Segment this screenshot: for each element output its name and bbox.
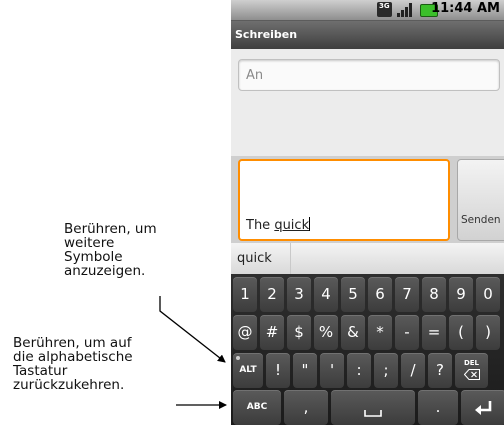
delete-key[interactable]: DEL	[455, 353, 488, 388]
key-period[interactable]: .	[418, 390, 458, 425]
key-paren-open[interactable]: (	[449, 315, 473, 350]
key-percent[interactable]: %	[314, 315, 338, 350]
key-double-quote[interactable]: "	[293, 353, 317, 388]
key-colon[interactable]: :	[347, 353, 371, 388]
message-composer: The quick Senden	[231, 156, 504, 243]
text-caret	[309, 217, 311, 231]
compose-header: An	[231, 49, 504, 156]
key-3[interactable]: 3	[287, 277, 311, 312]
abc-key[interactable]: ABC	[233, 390, 281, 425]
key-6[interactable]: 6	[368, 277, 392, 312]
key-semicolon[interactable]: ;	[374, 353, 398, 388]
message-input[interactable]: The quick	[238, 159, 450, 241]
key-8[interactable]: 8	[422, 277, 446, 312]
key-question[interactable]: ?	[428, 353, 452, 388]
status-time: 11:44 AM	[431, 1, 500, 16]
key-minus[interactable]: -	[395, 315, 419, 350]
key-1[interactable]: 1	[233, 277, 257, 312]
key-asterisk[interactable]: *	[368, 315, 392, 350]
key-4[interactable]: 4	[314, 277, 338, 312]
key-9[interactable]: 9	[449, 277, 473, 312]
message-composing-word: quick	[274, 218, 310, 233]
signal-icon	[397, 3, 412, 17]
key-dollar[interactable]: $	[287, 315, 311, 350]
key-paren-close[interactable]: )	[476, 315, 500, 350]
suggestion-item[interactable]: quick	[231, 243, 291, 274]
annotation-more-symbols: Berühren, um weitere Symbole anzuzeigen.	[64, 221, 157, 279]
suggestion-bar: quick	[231, 243, 504, 275]
key-equals[interactable]: =	[422, 315, 446, 350]
key-apostrophe[interactable]: '	[320, 353, 344, 388]
3g-icon: 3G	[377, 2, 392, 17]
key-at[interactable]: @	[233, 315, 257, 350]
send-button[interactable]: Senden	[457, 159, 504, 241]
backspace-icon	[463, 369, 480, 380]
recipient-field[interactable]: An	[238, 59, 500, 91]
message-prefix-text: The	[246, 218, 275, 233]
status-bar: 3G 11:44 AM	[231, 0, 504, 21]
key-2[interactable]: 2	[260, 277, 284, 312]
enter-key[interactable]	[461, 390, 504, 425]
key-ampersand[interactable]: &	[341, 315, 365, 350]
key-slash[interactable]: /	[401, 353, 425, 388]
space-bar-icon	[364, 410, 382, 417]
key-5[interactable]: 5	[341, 277, 365, 312]
delete-key-label: DEL	[463, 359, 480, 367]
enter-icon	[474, 401, 491, 415]
key-hash[interactable]: #	[260, 315, 284, 350]
symbol-keyboard: 1234567890 @ # $% & * - =() ALT ! " ' : ; / ? …	[231, 274, 504, 425]
key-comma[interactable]: ,	[284, 390, 328, 425]
screen: Berühren, um weitere Symbole anzuzeigen.…	[0, 0, 504, 425]
alt-key[interactable]: ALT	[233, 353, 263, 388]
key-0[interactable]: 0	[476, 277, 500, 312]
annotation-alphabetic-keyboard: Berühren, um auf die alphabetische Tasta…	[13, 335, 133, 393]
app-title: Schreiben	[231, 21, 504, 49]
space-key[interactable]	[331, 390, 415, 425]
key-7[interactable]: 7	[395, 277, 419, 312]
phone-screen: 3G 11:44 AM Schreiben An The quick Sende…	[231, 0, 504, 425]
key-exclamation[interactable]: !	[266, 353, 290, 388]
